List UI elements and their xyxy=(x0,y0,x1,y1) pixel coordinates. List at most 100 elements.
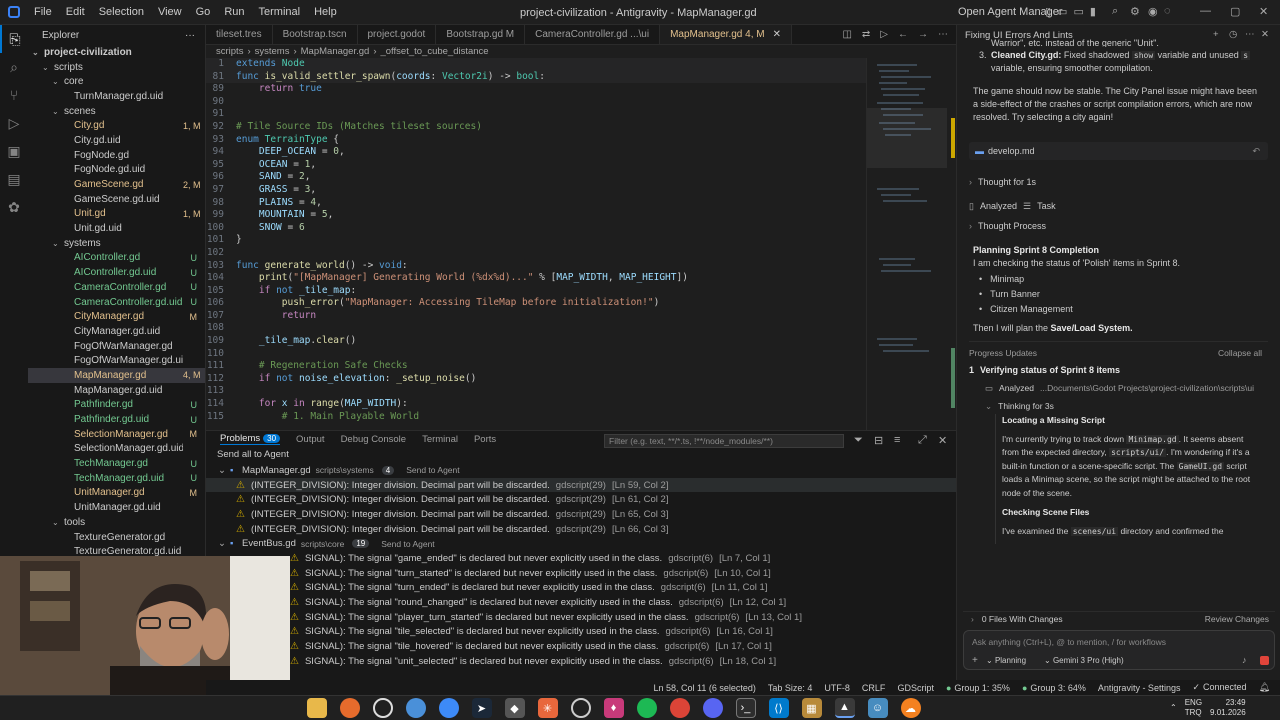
file-item[interactable]: FogNode.gd xyxy=(28,148,205,163)
editor-tab[interactable]: Bootstrap.tscn xyxy=(273,25,358,44)
folder-item[interactable]: ⌄ systems xyxy=(28,236,205,251)
bell-icon[interactable]: 🔔︎ xyxy=(1259,682,1270,693)
status-item[interactable]: Ln 58, Col 11 (6 selected) xyxy=(653,683,755,693)
mic-icon[interactable]: ♪ xyxy=(1242,655,1247,665)
file-item[interactable]: FogNode.gd.uid xyxy=(28,163,205,178)
search-icon[interactable]: ⌕ xyxy=(1112,5,1118,18)
file-item[interactable]: GameScene.gd.uid xyxy=(28,192,205,207)
menu-help[interactable]: Help xyxy=(308,6,343,18)
terminal-icon[interactable]: ›_ xyxy=(735,698,756,718)
thought-for-row[interactable]: › Thought for 1s xyxy=(957,174,1280,190)
editor-tab[interactable]: Bootstrap.gd M xyxy=(436,25,526,44)
file-item[interactable]: GameScene.gd 2, M xyxy=(28,177,205,192)
extensions-icon[interactable]: ▣ xyxy=(0,137,28,165)
file-item[interactable]: City.gd 1, M xyxy=(28,118,205,133)
file-item[interactable]: UnitManager.gd M xyxy=(28,486,205,501)
problem-file-group[interactable]: ⌄ ▪ MapManager.gd scripts\systems 4 Send to A… xyxy=(206,463,956,478)
breadcrumb-item[interactable]: _offset_to_cube_distance xyxy=(380,46,488,57)
run-icon[interactable]: ▷ xyxy=(880,29,888,40)
file-item[interactable]: AIController.gd U xyxy=(28,251,205,266)
split-editor-icon[interactable]: ◫ xyxy=(842,29,851,40)
file-item[interactable]: FogOfWarManager.gd xyxy=(28,339,205,354)
stop-icon[interactable] xyxy=(1260,656,1269,665)
file-item[interactable]: Pathfinder.gd.uid U xyxy=(28,412,205,427)
filter-icon[interactable]: ⏷ xyxy=(854,434,863,447)
notifications-icon[interactable]: ◌ xyxy=(1164,5,1171,17)
breadcrumb-item[interactable]: scripts xyxy=(216,46,243,57)
collapse-all-icon[interactable]: ⊟ xyxy=(874,434,883,447)
undo-icon[interactable]: ↶ xyxy=(1252,146,1260,157)
file-item[interactable]: Unit.gd.uid xyxy=(28,221,205,236)
problem-item[interactable]: ⚠ (INTEGER_DIVISION): Integer division. D… xyxy=(206,492,956,507)
send-to-agent-button[interactable]: Send to Agent xyxy=(406,465,459,475)
agent-icon[interactable]: ✿ xyxy=(0,193,28,221)
close-panel-icon[interactable]: ✕ xyxy=(938,434,947,447)
problem-item[interactable]: ⚠ SIGNAL): The signal "player_turn_starte… xyxy=(206,610,956,625)
tray-chevron-icon[interactable]: ⌃ xyxy=(1170,703,1177,718)
compare-icon[interactable]: ⇄ xyxy=(862,29,870,40)
language-indicator[interactable]: ENG TRQ xyxy=(1185,698,1202,718)
maximize-icon[interactable]: ▢ xyxy=(1230,5,1240,18)
problems-filter-input[interactable]: Filter (e.g. text, **/*.ts, !**/node_mod… xyxy=(604,434,844,448)
run-debug-icon[interactable]: ▷ xyxy=(0,109,28,137)
editor-tab[interactable]: project.godot xyxy=(358,25,437,44)
history-icon[interactable]: ◷ xyxy=(1229,29,1237,40)
app-icon-orange[interactable]: ✳ xyxy=(537,698,558,718)
problem-item[interactable]: ⚠ (INTEGER_DIVISION): Integer division. D… xyxy=(206,522,956,537)
app-icon-pink[interactable]: ♦ xyxy=(603,698,624,718)
file-item[interactable]: SelectionManager.gd.uid xyxy=(28,442,205,457)
file-item[interactable]: MapManager.gd 4, M xyxy=(28,368,205,383)
new-conversation-icon[interactable]: + xyxy=(1213,29,1219,40)
close-window-icon[interactable]: ✕ xyxy=(1259,5,1268,18)
explorer-icon[interactable]: ⎘ xyxy=(0,25,28,53)
problem-item[interactable]: ⚠ SIGNAL): The signal "turn_ended" is dec… xyxy=(206,581,956,596)
add-context-icon[interactable]: + xyxy=(972,655,978,666)
vpn-icon[interactable] xyxy=(438,698,459,718)
status-item[interactable]: Antigravity - Settings xyxy=(1098,683,1181,693)
folder-item[interactable]: ⌄ core xyxy=(28,74,205,89)
clock[interactable]: 23:49 9.01.2026 xyxy=(1210,698,1246,718)
problem-item[interactable]: ⚠ SIGNAL): The signal "unit_selected" is … xyxy=(206,654,956,669)
problem-item[interactable]: ⚠ SIGNAL): The signal "round_changed" is … xyxy=(206,595,956,610)
status-item[interactable]: ● Group 1: 35% xyxy=(946,683,1010,693)
menu-edit[interactable]: Edit xyxy=(60,6,91,18)
maximize-panel-icon[interactable]: ⤢ xyxy=(918,434,927,447)
analyzed-task-row[interactable]: ▯ Analyzed ☰ Task xyxy=(957,198,1280,214)
problem-item[interactable]: ⚠ SIGNAL): The signal "tile_hovered" is d… xyxy=(206,639,956,654)
firefox-icon[interactable] xyxy=(339,698,360,718)
project-root[interactable]: ⌄ project-civilization xyxy=(28,45,205,60)
menu-view[interactable]: View xyxy=(152,6,188,18)
close-tab-icon[interactable]: ✕ xyxy=(773,29,781,40)
app-icon-gold[interactable]: ▦ xyxy=(801,698,822,718)
file-item[interactable]: CityManager.gd.uid xyxy=(28,324,205,339)
blender-icon[interactable]: ◆ xyxy=(504,698,525,718)
breadcrumb-item[interactable]: systems xyxy=(255,46,290,57)
more-actions-icon[interactable]: ··· xyxy=(185,30,195,41)
problem-file-group[interactable]: ⌄ ▪ EventBus.gd scripts\core 19 Send to Agent xyxy=(206,536,956,551)
agent-input-box[interactable]: Ask anything (Ctrl+L), @ to mention, / f… xyxy=(963,630,1275,670)
panel-tab-terminal[interactable]: Terminal xyxy=(422,434,458,445)
problem-item[interactable]: ⚠ SIGNAL): The signal "tile_selected" is … xyxy=(206,625,956,640)
account-icon[interactable]: ◉ xyxy=(1148,5,1158,18)
minimap[interactable] xyxy=(866,58,956,430)
editor-tab[interactable]: CameraController.gd ...\ui xyxy=(525,25,661,44)
slack-icon[interactable] xyxy=(405,698,426,718)
layout-icons[interactable]: ▯▭▭▮ xyxy=(1045,5,1102,18)
editor-tab[interactable]: tileset.tres xyxy=(206,25,273,44)
clock-icon[interactable] xyxy=(570,698,591,718)
agent-more-icon[interactable]: ⋯ xyxy=(1245,29,1255,40)
file-item[interactable]: CameraController.gd.uid U xyxy=(28,295,205,310)
problem-item[interactable]: ⚠ SIGNAL): The signal "turn_started" is d… xyxy=(206,566,956,581)
editor-tab[interactable]: MapManager.gd 4, M ✕ xyxy=(660,25,792,44)
file-item[interactable]: TechManager.gd U xyxy=(28,456,205,471)
problem-item[interactable]: ⚠ SIGNAL): The signal "game_ended" is dec… xyxy=(206,551,956,566)
go-forward-icon[interactable]: → xyxy=(918,29,928,40)
system-tray[interactable]: ⌃ ENG TRQ 23:49 9.01.2026 xyxy=(1170,698,1246,718)
antigravity-icon[interactable]: ▲ xyxy=(834,698,855,718)
file-item[interactable]: TechManager.gd.uid U xyxy=(28,471,205,486)
folder-item[interactable]: ⌄ scenes xyxy=(28,104,205,119)
source-control-icon[interactable]: ⑂ xyxy=(0,81,28,109)
breadcrumb-item[interactable]: MapManager.gd xyxy=(301,46,370,57)
verifying-row[interactable]: 1 Verifying status of Sprint 8 items xyxy=(957,362,1280,378)
discord-icon[interactable] xyxy=(702,698,723,718)
